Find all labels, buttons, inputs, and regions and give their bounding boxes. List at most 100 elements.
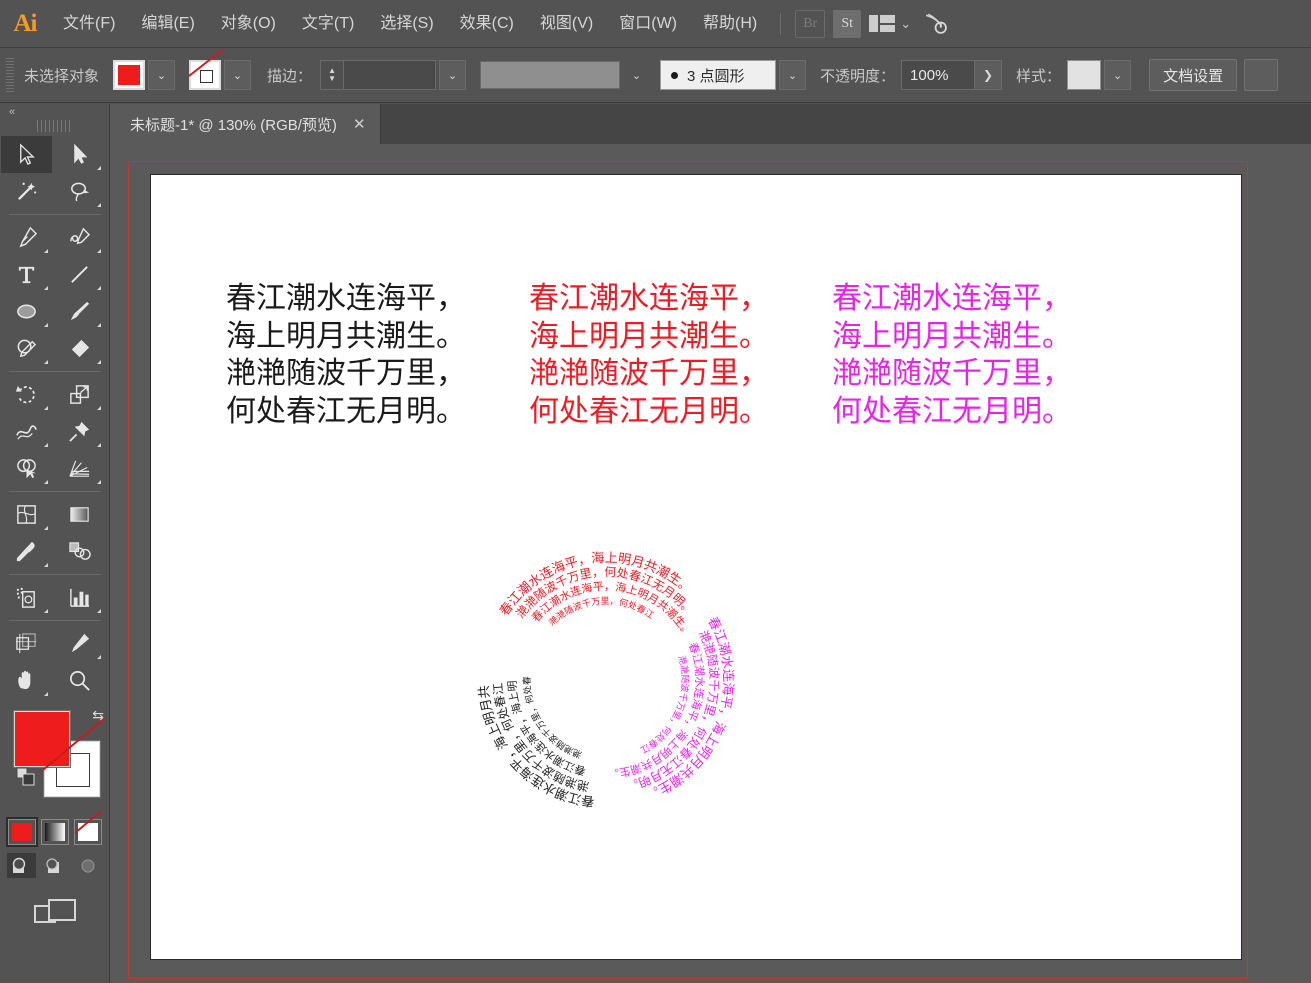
scale-tool[interactable] <box>54 376 105 413</box>
menu-window[interactable]: 窗口(W) <box>606 0 690 48</box>
canvas-area[interactable]: 春江潮水连海平， 海上明月共潮生。 滟滟随波千万里， 何处春江无月明。 春江潮水… <box>110 144 1311 983</box>
lasso-icon <box>71 182 90 202</box>
document-tab[interactable]: 未标题-1* @ 130% (RGB/预览) ✕ <box>110 104 381 144</box>
hand-tool[interactable] <box>1 662 52 699</box>
menu-file[interactable]: 文件(F) <box>50 0 128 48</box>
perspective-grid-tool[interactable] <box>54 450 105 487</box>
stroke-weight-label: 描边： <box>267 67 313 85</box>
menu-object[interactable]: 对象(O) <box>208 0 289 48</box>
width-profile-dropdown-arrow[interactable]: ⌄ <box>623 60 651 90</box>
type-tool[interactable] <box>1 256 52 293</box>
shape-builder-tool[interactable] <box>1 450 52 487</box>
menu-effect[interactable]: 效果(C) <box>447 0 527 48</box>
stroke-weight-input[interactable] <box>344 60 437 90</box>
draw-inside-icon <box>80 858 95 873</box>
none-mode-button[interactable] <box>73 819 102 845</box>
fill-swatch-group[interactable]: ⌄ <box>113 60 176 90</box>
variable-width-profile-group[interactable]: ⌄ <box>480 60 651 90</box>
bridge-icon[interactable]: Br <box>795 9 826 38</box>
poem-black[interactable]: 春江潮水连海平， 海上明月共潮生。 滟滟随波千万里， 何处春江无月明。 <box>226 280 466 430</box>
fill-color-box[interactable] <box>14 711 70 767</box>
blend-tool[interactable] <box>54 533 105 570</box>
menu-view[interactable]: 视图(V) <box>527 0 606 48</box>
lasso-tool[interactable] <box>54 173 105 210</box>
shaper-tool[interactable] <box>1 330 52 367</box>
line-segment-tool[interactable] <box>54 256 105 293</box>
stroke-swatch-group[interactable]: ⌄ <box>189 60 252 90</box>
screen-mode-row <box>0 896 109 933</box>
menu-select[interactable]: 选择(S) <box>367 0 446 48</box>
zoom-tool[interactable] <box>54 662 105 699</box>
preferences-button[interactable] <box>1244 59 1279 91</box>
control-bar: 未选择对象 ⌄ ⌄ 描边： ▲ ▼ ⌄ ⌄ 3 点圆形 ⌄ 不透明度： 100%… <box>0 48 1311 103</box>
close-icon[interactable]: ✕ <box>353 115 366 133</box>
brush-dropdown-arrow[interactable]: ⌄ <box>779 60 807 90</box>
tool-divider <box>9 574 101 575</box>
artboard-tool[interactable] <box>1 625 52 662</box>
symbol-sprayer-tool[interactable] <box>1 579 52 616</box>
artboard[interactable]: 春江潮水连海平， 海上明月共潮生。 滟滟随波千万里， 何处春江无月明。 春江潮水… <box>150 174 1242 960</box>
tool-group-corner-icon <box>44 249 48 253</box>
direct-selection-tool[interactable] <box>54 136 105 173</box>
opacity-input[interactable]: 100% <box>901 60 976 90</box>
tools-panel-collapse-icon[interactable]: « <box>0 104 109 120</box>
slice-tool[interactable] <box>54 625 105 662</box>
draw-behind-button[interactable] <box>40 853 69 878</box>
graphic-style-group[interactable]: ⌄ <box>1067 60 1132 90</box>
document-setup-button[interactable]: 文档设置 <box>1149 59 1238 91</box>
stroke-weight-stepper[interactable]: ▲ ▼ <box>320 60 345 90</box>
curvature-tool[interactable] <box>54 219 105 256</box>
eraser-icon <box>71 339 90 358</box>
brush-definition-preview[interactable]: 3 点圆形 <box>660 60 777 90</box>
brush-definition-group[interactable]: 3 点圆形 ⌄ <box>660 60 807 90</box>
default-colors-icon <box>16 767 35 786</box>
opacity-expand-arrow[interactable]: ❯ <box>975 60 1003 90</box>
paintbrush-tool[interactable] <box>54 293 105 330</box>
ellipse-tool[interactable] <box>1 293 52 330</box>
stock-icon[interactable]: St <box>833 9 862 38</box>
tool-group-corner-icon <box>44 286 48 290</box>
width-profile-preview[interactable] <box>480 61 621 89</box>
gradient-mode-chip <box>44 823 65 841</box>
screen-mode-button[interactable] <box>33 896 77 933</box>
tool-group-corner-icon <box>97 203 101 207</box>
draw-inside-button[interactable] <box>73 853 102 878</box>
gradient-mode-button[interactable] <box>40 819 69 845</box>
tools-panel-grip[interactable] <box>36 120 73 132</box>
stroke-dropdown-arrow[interactable]: ⌄ <box>224 60 252 90</box>
menu-help[interactable]: 帮助(H) <box>690 0 770 48</box>
default-fill-stroke-icon[interactable] <box>16 767 36 792</box>
fill-dropdown-arrow[interactable]: ⌄ <box>148 60 176 90</box>
stroke-swatch[interactable] <box>189 60 222 90</box>
free-transform-tool[interactable] <box>54 413 105 450</box>
draw-normal-button[interactable] <box>7 853 36 878</box>
menu-edit[interactable]: 编辑(E) <box>128 0 207 48</box>
width-tool[interactable] <box>1 413 52 450</box>
circular-warped-text-artwork[interactable]: 春江潮水连海平，海上明月共潮生。 滟滟随波千万里，何处春江无月明。 春江潮水连海… <box>439 509 766 840</box>
magic-wand-tool[interactable] <box>1 173 52 210</box>
fill-swatch[interactable] <box>113 60 146 90</box>
eyedropper-tool[interactable] <box>1 533 52 570</box>
rotate-tool[interactable] <box>1 376 52 413</box>
pen-tool[interactable] <box>1 219 52 256</box>
opacity-group[interactable]: 100% ❯ <box>901 60 1003 90</box>
gradient-tool[interactable] <box>54 496 105 533</box>
selection-tool[interactable] <box>1 136 52 173</box>
graphic-style-swatch[interactable] <box>1067 60 1102 90</box>
stroke-weight-group[interactable]: ▲ ▼ ⌄ <box>320 60 467 90</box>
mesh-tool[interactable] <box>1 496 52 533</box>
color-mode-button[interactable] <box>5 817 38 847</box>
tool-group-corner-icon <box>97 166 101 170</box>
graphic-style-dropdown-arrow[interactable]: ⌄ <box>1104 60 1132 90</box>
control-bar-grip[interactable] <box>6 58 14 92</box>
tool-group-corner-icon <box>44 692 48 696</box>
poem-magenta[interactable]: 春江潮水连海平， 海上明月共潮生。 滟滟随波千万里， 何处春江无月明。 <box>832 280 1072 430</box>
column-graph-tool[interactable] <box>54 579 105 616</box>
menu-type[interactable]: 文字(T) <box>289 0 367 48</box>
brush-definition-label: 3 点圆形 <box>687 67 745 85</box>
eraser-tool[interactable] <box>54 330 105 367</box>
poem-red[interactable]: 春江潮水连海平， 海上明月共潮生。 滟滟随波千万里， 何处春江无月明。 <box>529 280 769 430</box>
stroke-weight-dropdown-arrow[interactable]: ⌄ <box>439 60 467 90</box>
search-adobe-icon[interactable] <box>919 10 949 38</box>
workspace-switcher-icon[interactable]: ⌄ <box>869 10 911 38</box>
